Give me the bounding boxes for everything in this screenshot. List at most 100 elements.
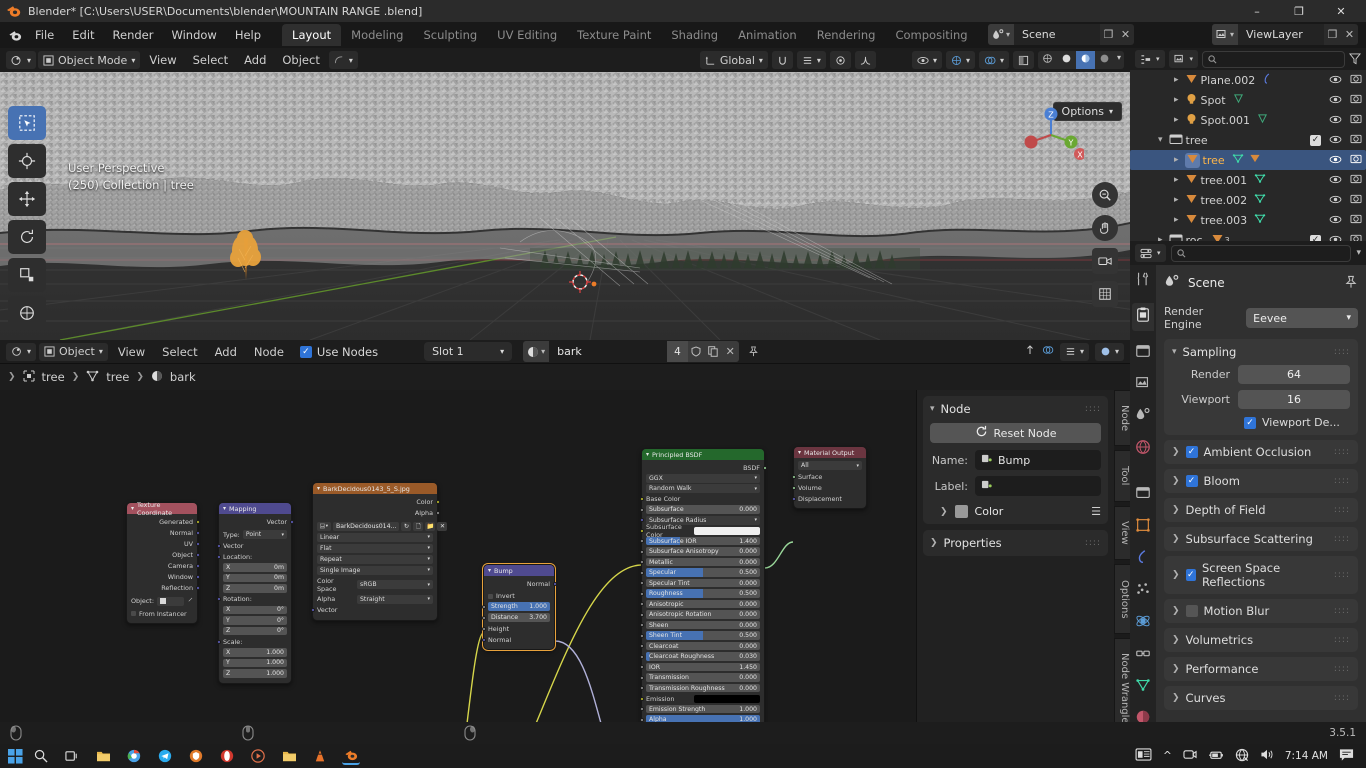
motion-blur-checkbox[interactable]: [1185, 605, 1198, 617]
image-browse-icon[interactable]: ▾: [317, 522, 331, 531]
blender-menu-icon[interactable]: [4, 25, 26, 45]
sidebar-tab-options[interactable]: Options: [1114, 564, 1130, 634]
scale-x-field[interactable]: X 1.000: [223, 648, 287, 657]
menu-edit[interactable]: Edit: [63, 25, 103, 45]
telegram-icon[interactable]: [156, 747, 174, 765]
webcam-icon[interactable]: [1183, 748, 1197, 764]
param-anisotropic-rotation[interactable]: Anisotropic Rotation 0.000: [646, 610, 760, 619]
node-image-texture[interactable]: ▾ BarkDecidous0143_5_S.jpg Color Alpha ▾…: [310, 482, 448, 621]
properties-editor-type-icon[interactable]: ▾: [1135, 244, 1166, 262]
emission-color-swatch[interactable]: [694, 694, 760, 703]
drag-handle[interactable]: ::::: [1085, 404, 1101, 414]
visibility-eye-icon[interactable]: [1329, 134, 1342, 147]
clock-time[interactable]: 7:14 AM: [1285, 750, 1328, 762]
node-shading-selector[interactable]: ▾: [1094, 342, 1124, 361]
collapse-icon[interactable]: ▾: [317, 485, 320, 492]
viewlayer-name[interactable]: ViewLayer: [1238, 24, 1324, 45]
maximize-button[interactable]: ❐: [1278, 0, 1320, 22]
drag-handle[interactable]: ::::: [1334, 476, 1350, 486]
blender-taskbar-icon[interactable]: [342, 747, 360, 765]
chevron-right-icon[interactable]: ❯: [1172, 693, 1180, 703]
panel-performance[interactable]: ❯ Performance ::::: [1164, 657, 1358, 681]
overlays-selector[interactable]: ▾: [978, 51, 1009, 69]
viewport-canvas[interactable]: User Perspective (250) Collection | tree…: [0, 72, 1130, 340]
tray-expand-icon[interactable]: ^: [1163, 750, 1172, 762]
node-header[interactable]: ▾ Mapping: [219, 503, 291, 514]
navigation-gizmo[interactable]: Z Y X: [1018, 102, 1086, 168]
node-label-input[interactable]: [975, 476, 1101, 496]
vlc-icon[interactable]: [311, 747, 329, 765]
panel-screen-space-reflections[interactable]: ❯ ✓ Screen Space Reflections ::::: [1164, 556, 1358, 594]
sidebar-tab-node[interactable]: Node: [1114, 390, 1130, 446]
pan-hand-icon[interactable]: [1092, 215, 1118, 241]
outliner-row-collection-roc[interactable]: ▸ roc 3 ✓: [1130, 230, 1366, 241]
distance-field[interactable]: Distance 3.700: [488, 613, 550, 622]
properties-options-chevron-icon[interactable]: ▾: [1356, 248, 1361, 258]
outliner-row-tree003[interactable]: ▸ tree.003: [1130, 210, 1366, 230]
output-target-selector[interactable]: All ▾: [798, 461, 862, 470]
param-ior[interactable]: IOR 1.450: [646, 662, 760, 672]
node-menu-node[interactable]: Node: [247, 343, 291, 361]
battery-icon[interactable]: [1208, 749, 1224, 764]
delete-scene-icon[interactable]: ✕: [1117, 24, 1134, 45]
gizmo-selector[interactable]: ▾: [945, 51, 975, 69]
collapse-arrow-icon[interactable]: ▾: [1158, 135, 1163, 145]
node-header[interactable]: ▾ Bump: [484, 565, 554, 576]
param-clearcoat[interactable]: Clearcoat 0.000: [646, 641, 760, 651]
collapse-icon[interactable]: ▾: [798, 449, 801, 456]
expand-arrow-icon[interactable]: ▸: [1174, 195, 1179, 205]
shading-wireframe-icon[interactable]: [1038, 51, 1057, 69]
strength-field[interactable]: Strength 1.000: [488, 602, 550, 611]
visibility-eye-icon[interactable]: [1329, 234, 1342, 241]
sampling-render-value[interactable]: 64: [1238, 365, 1350, 384]
drag-handle[interactable]: ::::: [1334, 570, 1350, 580]
shading-rendered-icon[interactable]: [1095, 51, 1114, 69]
rotation-z-field[interactable]: Z 0°: [223, 626, 287, 635]
outliner-row-tree002[interactable]: ▸ tree.002: [1130, 190, 1366, 210]
workspace-tab-texture-paint[interactable]: Texture Paint: [567, 24, 661, 46]
param-transmission-roughness[interactable]: Transmission Roughness 0.000: [646, 683, 760, 693]
node-name-input[interactable]: Bump: [975, 450, 1101, 470]
object-picker[interactable]: [156, 597, 184, 606]
chevron-right-icon[interactable]: ❯: [1172, 534, 1180, 544]
slot-selector[interactable]: Slot 1 ▾: [424, 342, 513, 361]
node-material-output[interactable]: ▾ Material Output All ▾ Surface Volume Di…: [791, 446, 867, 509]
unlink-material-icon[interactable]: ✕: [721, 341, 739, 362]
drag-handle[interactable]: ::::: [1334, 505, 1350, 515]
drag-handle[interactable]: ::::: [1334, 635, 1350, 645]
outliner-row-collection-tree[interactable]: ▾ tree ✓: [1130, 130, 1366, 150]
param-metallic[interactable]: Metallic 0.000: [646, 557, 760, 567]
colorspace-selector[interactable]: sRGB ▾: [357, 580, 433, 589]
render-camera-icon[interactable]: [1350, 133, 1362, 147]
sidebar-tab-tool[interactable]: Tool: [1114, 450, 1130, 502]
node-menu-add[interactable]: Add: [208, 343, 244, 361]
screen-space-reflections-checkbox[interactable]: ✓: [1185, 569, 1196, 581]
outliner-row-spot001[interactable]: ▸ Spot.001: [1130, 110, 1366, 130]
folder-yellow-icon[interactable]: [280, 747, 298, 765]
falloff-curve-icon[interactable]: [854, 51, 876, 69]
workspace-tab-sculpting[interactable]: Sculpting: [413, 24, 487, 46]
pin-icon[interactable]: [1344, 275, 1358, 292]
chrome-icon[interactable]: [125, 747, 143, 765]
chevron-right-icon[interactable]: ❯: [940, 507, 948, 517]
invert-checkbox[interactable]: [488, 593, 493, 599]
chevron-right-icon[interactable]: ❯: [1172, 505, 1180, 515]
node-color-swatch[interactable]: [954, 505, 968, 518]
sidebar-tab-view[interactable]: View: [1114, 506, 1130, 560]
sampling-viewport-value[interactable]: 16: [1238, 390, 1350, 409]
tab-particles-icon[interactable]: [1135, 581, 1151, 601]
panel-subsurface-scattering[interactable]: ❯ Subsurface Scattering ::::: [1164, 527, 1358, 551]
render-camera-icon[interactable]: [1350, 173, 1362, 187]
bloom-checkbox[interactable]: ✓: [1185, 475, 1198, 487]
workspace-tab-shading[interactable]: Shading: [661, 24, 728, 46]
new-viewlayer-icon[interactable]: ❐: [1324, 24, 1341, 45]
eyedropper-icon[interactable]: [187, 597, 193, 605]
toggle-orthographic-icon[interactable]: [1092, 281, 1118, 307]
pin-icon[interactable]: [745, 341, 762, 362]
reload-image-icon[interactable]: ↻: [401, 522, 412, 531]
viewport-menu-view[interactable]: View: [142, 51, 183, 69]
from-instancer-checkbox[interactable]: [131, 611, 136, 616]
node-bump[interactable]: ▾ Bump Normal Invert Strength 1.000 Dista…: [481, 563, 557, 651]
tab-data-icon[interactable]: [1135, 677, 1151, 697]
file-explorer-icon[interactable]: [94, 747, 112, 765]
